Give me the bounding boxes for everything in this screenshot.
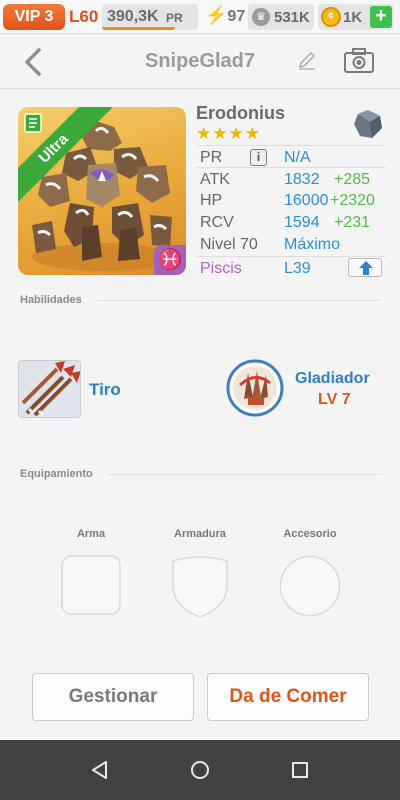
- arrow-up-icon: [359, 261, 373, 275]
- nav-home-icon[interactable]: [189, 759, 211, 781]
- stat-value-hp: 16000: [284, 192, 329, 209]
- hero-portrait[interactable]: Ultra ♓: [18, 107, 186, 275]
- arrows-icon: [19, 361, 80, 417]
- stat-row-rcv: RCV 1594 +231: [196, 211, 386, 233]
- coin-counter: ¢ 1K +: [318, 4, 394, 30]
- stat-row-zodiac: Piscis L39: [196, 256, 386, 278]
- section-divider: [97, 300, 381, 301]
- stat-label-level: Nivel 70: [200, 236, 258, 253]
- armor-slot[interactable]: [170, 555, 230, 619]
- player-level: L60: [69, 7, 99, 26]
- power-rating-unit: PR: [166, 11, 183, 25]
- trophy-icon: ♛: [252, 8, 270, 26]
- document-icon[interactable]: [24, 113, 42, 133]
- equip-label-accessory: Accesorio: [283, 528, 337, 540]
- camera-icon[interactable]: [343, 47, 375, 75]
- stat-row-atk: ATK 1832 +285: [196, 167, 386, 189]
- stat-bonus-atk: +285: [334, 171, 371, 188]
- stat-label-atk: ATK: [200, 171, 230, 188]
- stat-row-pr: PR i N/A: [196, 145, 386, 167]
- skill-tiro-icon[interactable]: [18, 360, 81, 418]
- info-icon[interactable]: i: [250, 149, 267, 166]
- stat-bonus-hp: +2320: [330, 192, 375, 209]
- trophy-value: 531K: [274, 9, 310, 26]
- manage-button[interactable]: Gestionar: [32, 673, 194, 721]
- weapon-slot[interactable]: [61, 555, 121, 615]
- energy-counter[interactable]: ⚡97: [205, 5, 245, 26]
- pisces-icon: ♓: [154, 245, 186, 275]
- stat-row-hp: HP 16000 +2320: [196, 189, 386, 211]
- coin-value: 1K: [343, 9, 363, 26]
- lightning-icon: ⚡: [205, 5, 228, 25]
- skill-gladiador-level: LV 7: [318, 391, 351, 408]
- stat-label-zodiac: Piscis: [200, 260, 242, 277]
- stat-label-rcv: RCV: [200, 214, 234, 231]
- nav-back-icon[interactable]: [89, 759, 111, 781]
- power-rating: 390,3K PR: [102, 4, 198, 30]
- skill-gladiador-label[interactable]: Gladiador: [295, 370, 370, 388]
- add-coins-button[interactable]: +: [370, 6, 392, 28]
- stat-label-pr: PR: [200, 149, 223, 166]
- skill-gladiador-icon[interactable]: [226, 359, 284, 417]
- stat-row-level: Nivel 70 Máximo: [196, 233, 386, 255]
- star-rating: ★★★★: [196, 124, 261, 143]
- resource-bar: VIP 3 L60 390,3K PR ⚡97 ♛ 531K ¢ 1K +: [0, 0, 400, 34]
- accessory-slot[interactable]: [279, 555, 341, 617]
- section-divider: [108, 474, 381, 475]
- skill-tiro-label[interactable]: Tiro: [89, 380, 121, 400]
- stat-label-hp: HP: [200, 192, 223, 209]
- stat-value-zodiac: L39: [284, 260, 311, 277]
- feed-button[interactable]: Da de Comer: [207, 673, 369, 721]
- trophy-counter[interactable]: ♛ 531K: [248, 4, 314, 30]
- energy-value: 97: [227, 8, 246, 25]
- power-rating-value: 390,3K: [107, 8, 159, 25]
- stat-value-level: Máximo: [284, 236, 341, 253]
- section-title-equipment: Equipamiento: [20, 468, 93, 480]
- header-divider: [0, 88, 400, 89]
- vip-badge[interactable]: VIP 3: [3, 4, 65, 30]
- page-title: SnipeGlad7: [144, 50, 256, 72]
- rock-gem-icon: [354, 110, 382, 138]
- coin-icon: ¢: [321, 7, 341, 27]
- pencil-icon[interactable]: [296, 49, 318, 71]
- stat-bonus-rcv: +231: [334, 214, 371, 231]
- equip-label-weapon: Arma: [76, 528, 106, 540]
- upgrade-button[interactable]: [348, 258, 382, 277]
- stat-value-rcv: 1594: [284, 214, 320, 231]
- stat-value-pr: N/A: [284, 149, 311, 166]
- equip-label-armor: Armadura: [174, 528, 226, 540]
- power-rating-progress: [102, 27, 175, 30]
- page-header: SnipeGlad7: [0, 35, 400, 89]
- stat-value-atk: 1832: [284, 171, 320, 188]
- chevron-left-icon[interactable]: [20, 47, 48, 77]
- section-title-skills: Habilidades: [20, 294, 82, 306]
- system-nav-bar: [0, 740, 400, 800]
- hero-name: Erodonius: [196, 103, 285, 123]
- nav-recents-icon[interactable]: [289, 759, 311, 781]
